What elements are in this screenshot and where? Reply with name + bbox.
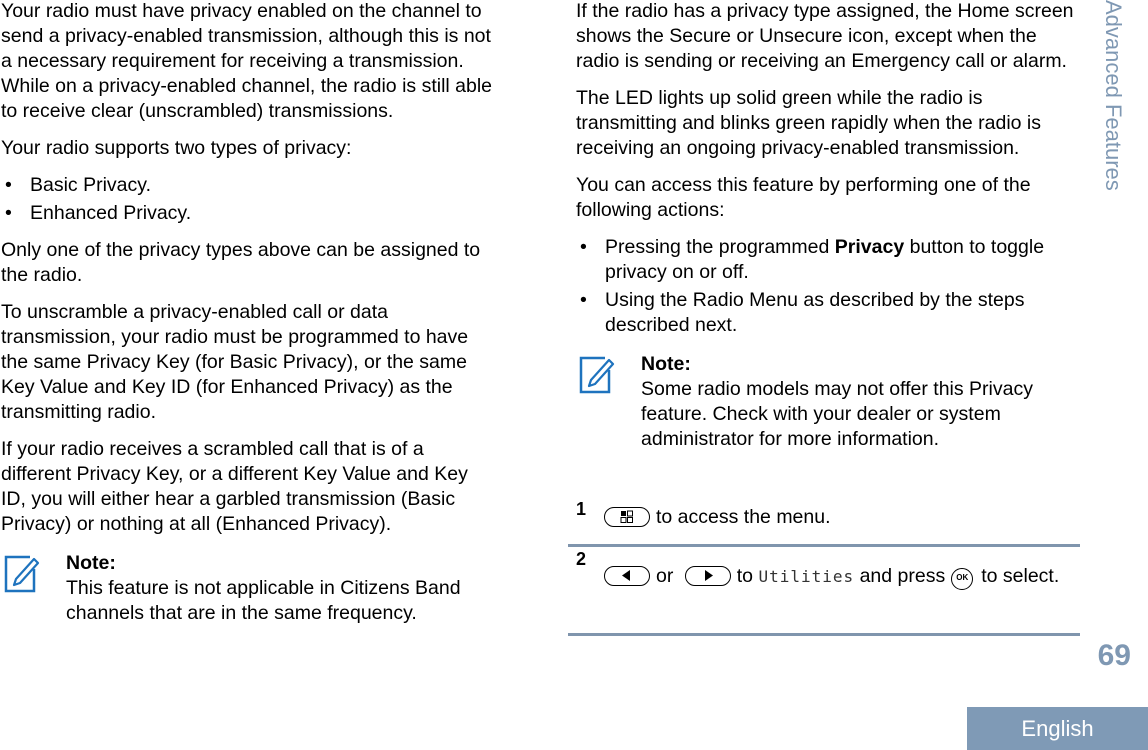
procedure-steps: 1 to access the menu. 2 or to Utilities … [568, 497, 1080, 636]
menu-key-icon [604, 507, 650, 527]
left-arrow-key-icon [604, 566, 650, 586]
section-title: Advanced Features [1101, 0, 1126, 191]
paragraph: Your radio supports two types of privacy… [1, 137, 352, 159]
actions-list: • Pressing the programmed Privacy button … [576, 235, 1076, 338]
bullet: • [5, 174, 12, 196]
step-text: to select. [981, 565, 1060, 587]
bullet: • [580, 289, 587, 311]
note-text: This feature is not applicable in Citize… [66, 577, 461, 624]
left-column: Your radio must have privacy enabled on … [1, 0, 496, 638]
note-box: Note: This feature is not applicable in … [1, 551, 496, 626]
page-number: 69 [1097, 639, 1131, 672]
note-pencil-icon [579, 356, 615, 394]
paragraph: Only one of the privacy types above can … [1, 239, 481, 286]
paragraph: If your radio receives a scrambled call … [1, 438, 468, 535]
bullet: • [5, 202, 12, 224]
menu-item-utilities: Utilities [758, 567, 855, 586]
privacy-button-label: Privacy [834, 236, 905, 258]
ok-key-icon: OK [951, 568, 974, 590]
step-text: to access the menu. [656, 506, 831, 528]
list-item: • Enhanced Privacy. [5, 202, 192, 224]
right-column: If the radio has a privacy type assigned… [576, 0, 1076, 464]
step-number: 1 [576, 499, 587, 519]
language-tab: English [967, 707, 1148, 750]
note-pencil-icon [4, 555, 40, 593]
note-title: Note: [641, 353, 691, 375]
paragraph: If the radio has a privacy type assigned… [576, 0, 1074, 72]
list-item: • Basic Privacy. [5, 174, 151, 196]
bullet: • [580, 236, 587, 258]
list-item: • Using the Radio Menu as described by th… [580, 289, 1025, 336]
right-arrow-key-icon [684, 566, 731, 586]
note-title: Note: [66, 552, 116, 574]
paragraph: To unscramble a privacy-enabled call or … [1, 301, 469, 423]
privacy-types-list: • Basic Privacy. • Enhanced Privacy. [1, 173, 496, 226]
paragraph: The LED lights up solid green while the … [576, 87, 1042, 159]
step-2: 2 or to Utilities and press OK to select. [568, 547, 1080, 636]
note-box: Note: Some radio models may not offer th… [576, 352, 1076, 452]
list-item: • Pressing the programmed Privacy button … [580, 236, 1045, 283]
step-number: 2 [576, 549, 587, 569]
step-1: 1 to access the menu. [568, 497, 1080, 547]
paragraph: You can access this feature by performin… [576, 174, 1031, 221]
paragraph: Your radio must have privacy enabled on … [1, 0, 493, 122]
note-text: Some radio models may not offer this Pri… [641, 378, 1033, 450]
